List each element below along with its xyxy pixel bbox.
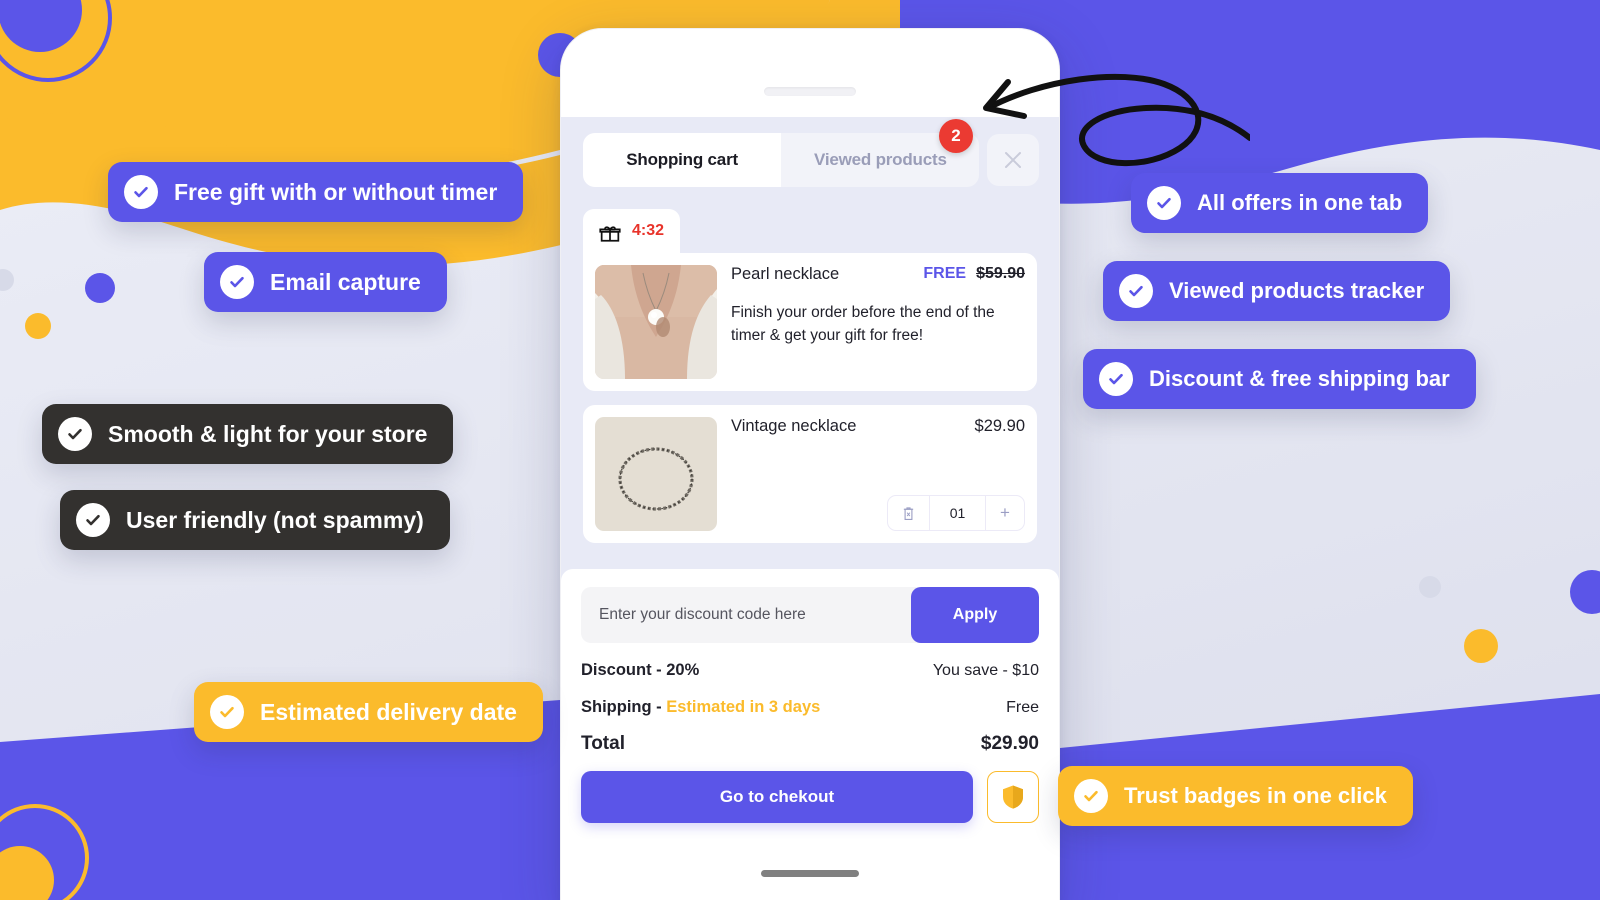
check-icon [58, 417, 92, 451]
summary-row-shipping: Shipping - Estimated in 3 days Free [581, 698, 1039, 717]
shipping-label-text: Shipping - [581, 698, 667, 716]
cart-summary: Apply Discount - 20% You save - $10 Ship… [561, 569, 1059, 839]
shipping-value: Free [1006, 699, 1039, 716]
feature-pill-label: Discount & free shipping bar [1149, 366, 1450, 391]
summary-row-total: Total $29.90 [581, 733, 1039, 755]
increase-quantity-button[interactable]: + [986, 496, 1024, 530]
phone-speaker [764, 87, 856, 96]
free-gift-name: Pearl necklace [731, 265, 840, 283]
quantity-value: 01 [930, 496, 986, 530]
cart-item-price: $29.90 [974, 417, 1025, 435]
feature-pill-user-friendly: User friendly (not spammy) [60, 490, 450, 550]
cart-drawer-screen: Shopping cart Viewed products 2 4:32 Pea… [561, 117, 1059, 839]
total-label: Total [581, 733, 625, 754]
check-icon [124, 175, 158, 209]
feature-pill-estimated-delivery: Estimated delivery date [194, 682, 543, 742]
check-icon [1099, 362, 1133, 396]
discount-value: You save - $10 [932, 662, 1039, 679]
free-gift-price-label: FREE [923, 265, 967, 282]
check-icon [1147, 186, 1181, 220]
shipping-eta: Estimated in 3 days [666, 698, 821, 716]
shipping-label: Shipping - Estimated in 3 days [581, 698, 820, 717]
check-icon [1119, 274, 1153, 308]
go-to-checkout-button[interactable]: Go to chekout [581, 771, 973, 823]
shield-icon [1003, 785, 1023, 809]
free-gift-details: Pearl necklace FREE $59.90 Finish your o… [731, 265, 1025, 379]
feature-pill-trust-badges: Trust badges in one click [1058, 766, 1413, 826]
tab-shopping-cart[interactable]: Shopping cart [583, 133, 782, 187]
feature-pill-smooth-light: Smooth & light for your store [42, 404, 454, 464]
feature-pill-label: Free gift with or without timer [174, 178, 498, 205]
check-icon [210, 695, 244, 729]
feature-pill-label: All offers in one tab [1197, 190, 1403, 215]
handdrawn-arrow-annotation [983, 73, 1250, 167]
remove-item-button[interactable] [888, 496, 930, 530]
gift-timer-chip[interactable]: 4:32 [583, 209, 681, 253]
trust-badge-button[interactable] [987, 771, 1039, 823]
feature-pill-label: Viewed products tracker [1169, 278, 1425, 303]
gift-icon [599, 226, 621, 242]
vintage-necklace-image [595, 417, 717, 531]
pearl-necklace-image [595, 265, 717, 379]
feature-pill-email-capture: Email capture [204, 252, 447, 312]
discount-label: Discount - 20% [581, 661, 700, 679]
discount-code-row: Apply [581, 587, 1039, 643]
feature-pill-label: Email capture [270, 268, 421, 295]
trash-icon [903, 506, 914, 520]
free-gift-pricing: FREE $59.90 [923, 265, 1025, 283]
phone-home-indicator [761, 870, 859, 877]
check-icon [1074, 779, 1108, 813]
quantity-stepper: 01 + [887, 495, 1025, 531]
feature-pill-label: Estimated delivery date [260, 698, 517, 725]
cart-item: Vintage necklace $29.90 01 + [583, 405, 1037, 543]
pearl-necklace-photo [595, 265, 717, 379]
tab-shopping-cart-label: Shopping cart [626, 150, 738, 169]
feature-pill-viewed-tracker: Viewed products tracker [1103, 261, 1451, 321]
cart-item-header: Vintage necklace $29.90 [731, 417, 1025, 436]
gift-timer-value: 4:32 [632, 222, 665, 239]
feature-pill-all-offers: All offers in one tab [1131, 173, 1429, 233]
cart-item-details: Vintage necklace $29.90 01 + [731, 417, 1025, 531]
check-icon [220, 265, 254, 299]
feature-pill-free-gift: Free gift with or without timer [108, 162, 524, 222]
discount-code-input[interactable] [581, 587, 911, 643]
free-gift-header: Pearl necklace FREE $59.90 [731, 265, 1025, 284]
feature-pill-discount-shipping-bar: Discount & free shipping bar [1083, 349, 1476, 409]
cart-item-free-gift: Pearl necklace FREE $59.90 Finish your o… [583, 253, 1037, 391]
total-value: $29.90 [980, 733, 1039, 754]
summary-row-discount: Discount - 20% You save - $10 [581, 661, 1039, 680]
cart-item-name: Vintage necklace [731, 417, 857, 435]
apply-discount-button[interactable]: Apply [911, 587, 1039, 643]
check-icon [76, 503, 110, 537]
feature-pill-label: User friendly (not spammy) [126, 506, 424, 533]
tab-viewed-products-label: Viewed products [813, 150, 947, 169]
checkout-row: Go to chekout [581, 771, 1039, 823]
free-gift-old-price: $59.90 [976, 265, 1025, 282]
gift-timer-row: 4:32 [561, 187, 1059, 253]
feature-pill-label: Smooth & light for your store [108, 420, 428, 447]
cart-items-list: Pearl necklace FREE $59.90 Finish your o… [561, 253, 1059, 543]
feature-pill-label: Trust badges in one click [1124, 783, 1387, 808]
vintage-necklace-photo [595, 417, 717, 531]
free-gift-note: Finish your order before the end of the … [731, 304, 995, 344]
